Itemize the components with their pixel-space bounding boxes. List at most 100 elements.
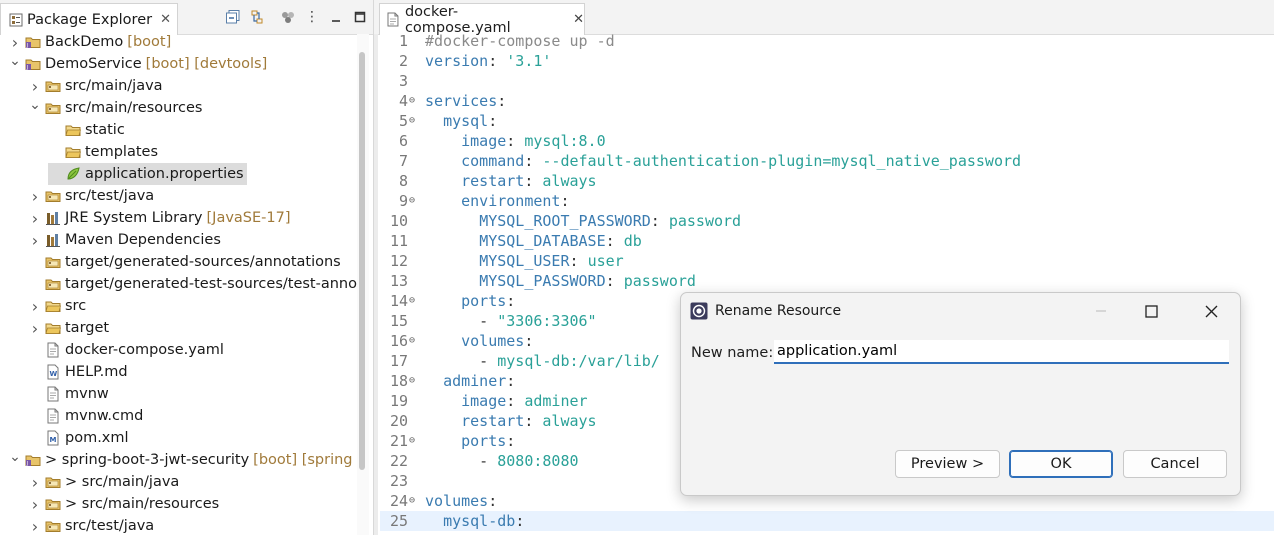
minimize-icon[interactable] xyxy=(1078,295,1124,327)
tree-item[interactable]: mvnw xyxy=(28,383,109,405)
code-text: MYSQL_DATABASE: db xyxy=(425,231,642,251)
cancel-button[interactable]: Cancel xyxy=(1123,450,1227,478)
view-menu-icon[interactable]: ⋮ xyxy=(303,8,321,26)
code-line[interactable]: 10 MYSQL_ROOT_PASSWORD: password xyxy=(380,211,1274,231)
minimize-icon[interactable] xyxy=(327,8,345,26)
code-line[interactable]: 25 mysql-db: xyxy=(380,511,1274,531)
fold-collapse-icon[interactable]: ⊖ xyxy=(409,91,420,111)
tree-item[interactable]: mvnw.cmd xyxy=(28,405,143,427)
tree-item[interactable]: target/generated-sources/annotations xyxy=(28,251,341,273)
code-line[interactable]: 1 #docker-compose up -d xyxy=(380,31,1274,51)
tree-item[interactable]: › src/test/java xyxy=(28,515,154,535)
tree-item[interactable]: › JRE System Library [JavaSE-17] xyxy=(28,207,291,229)
tree-item[interactable]: docker-compose.yaml xyxy=(28,339,224,361)
tree-item[interactable]: › src/test/java xyxy=(28,185,154,207)
svg-text:W: W xyxy=(50,370,58,378)
code-line[interactable]: 6 image: mysql:8.0 xyxy=(380,131,1274,151)
preview-button[interactable]: Preview > xyxy=(895,450,1000,478)
yaml-punct: - xyxy=(425,352,498,370)
tree-item[interactable]: Mpom.xml xyxy=(28,427,129,449)
chevron-down-icon[interactable]: ⌄ xyxy=(28,97,42,113)
tree-item[interactable]: › src xyxy=(28,295,86,317)
tree-item[interactable]: › src/main/java xyxy=(28,75,163,97)
chevron-right-icon[interactable]: › xyxy=(28,77,42,96)
tree-item[interactable]: ⌄ src/main/resources xyxy=(28,97,202,119)
yaml-punct xyxy=(425,212,479,230)
yaml-key: services xyxy=(425,92,498,110)
tree-item[interactable]: W HELP.md xyxy=(28,361,128,383)
tree-item[interactable]: › J BackDemo [boot] xyxy=(8,31,171,53)
fold-collapse-icon[interactable]: ⊖ xyxy=(409,111,420,131)
chevron-right-icon[interactable]: › xyxy=(28,319,42,338)
close-icon[interactable]: ✕ xyxy=(573,12,584,27)
tree-item[interactable]: ⌄ J > spring-boot-3-jwt-security [boot] [sp… xyxy=(8,449,352,471)
chevron-right-icon[interactable]: › xyxy=(28,495,42,514)
tree-item[interactable]: ⌄ J DemoService [boot] [devtools] xyxy=(8,53,267,75)
line-number: 19 xyxy=(389,392,408,410)
chevron-right-icon[interactable]: › xyxy=(28,209,42,228)
yaml-punct: : xyxy=(506,292,516,310)
tree-item[interactable]: › > src/main/java xyxy=(28,471,180,493)
close-icon[interactable] xyxy=(1188,295,1234,327)
line-number: 18 xyxy=(389,372,408,390)
link-with-editor-icon[interactable] xyxy=(248,8,266,26)
code-line[interactable]: 13 MYSQL_PASSWORD: password xyxy=(380,271,1274,291)
chevron-right-icon[interactable]: › xyxy=(28,231,42,250)
chevron-right-icon[interactable]: › xyxy=(8,33,22,52)
tree-item[interactable]: › Maven Dependencies xyxy=(28,229,221,251)
fold-collapse-icon[interactable]: ⊖ xyxy=(409,491,420,511)
tree-item-decoration: [JavaSE-17] xyxy=(206,210,291,226)
fold-collapse-icon[interactable]: ⊖ xyxy=(409,331,420,351)
chevron-down-icon[interactable]: ⌄ xyxy=(8,449,22,465)
code-line[interactable]: 3 xyxy=(380,71,1274,91)
filters-icon[interactable] xyxy=(279,8,297,26)
tree-item[interactable]: › > src/main/resources xyxy=(28,493,219,515)
code-text: MYSQL_PASSWORD: password xyxy=(425,271,696,291)
tree-item[interactable]: templates xyxy=(48,141,158,163)
yaml-key: command xyxy=(461,152,525,170)
code-line[interactable]: 9 ⊖ environment: xyxy=(380,191,1274,211)
fold-collapse-icon[interactable]: ⊖ xyxy=(409,291,420,311)
code-line[interactable]: 12 MYSQL_USER: user xyxy=(380,251,1274,271)
tree-item[interactable]: static xyxy=(48,119,125,141)
chevron-right-icon[interactable]: › xyxy=(28,517,42,535)
chevron-right-icon[interactable]: › xyxy=(28,297,42,316)
chevron-down-icon[interactable]: ⌄ xyxy=(8,53,22,69)
chevron-right-icon[interactable]: › xyxy=(28,473,42,492)
maximize-icon[interactable] xyxy=(351,8,369,26)
explorer-scrollbar-thumb[interactable] xyxy=(359,52,365,470)
yaml-value: password xyxy=(623,272,696,290)
yaml-value: adminer xyxy=(524,392,588,410)
code-line[interactable]: 8 restart: always xyxy=(380,171,1274,191)
tree-item[interactable]: application.properties xyxy=(48,163,247,185)
maximize-icon[interactable] xyxy=(1128,295,1174,327)
collapse-all-icon[interactable] xyxy=(224,8,242,26)
file-icon xyxy=(45,386,61,402)
new-name-input[interactable] xyxy=(774,340,1229,364)
yaml-punct xyxy=(425,412,461,430)
ok-button[interactable]: OK xyxy=(1009,450,1113,478)
code-line[interactable]: 11 MYSQL_DATABASE: db xyxy=(380,231,1274,251)
tree-item-label: > src/main/resources xyxy=(65,496,220,512)
line-number: 17 xyxy=(389,352,408,370)
tree-item[interactable]: › target xyxy=(28,317,109,339)
line-number: 12 xyxy=(389,252,408,270)
code-line[interactable]: 2 version: '3.1' xyxy=(380,51,1274,71)
line-number: 16 xyxy=(389,332,408,350)
source-folder-icon xyxy=(45,100,61,116)
code-line[interactable]: 5 ⊖ mysql: xyxy=(380,111,1274,131)
yaml-punct: : xyxy=(506,392,525,410)
code-line[interactable]: 7 command: --default-authentication-plug… xyxy=(380,151,1274,171)
chevron-right-icon[interactable]: › xyxy=(28,187,42,206)
close-icon[interactable]: ✕ xyxy=(160,12,171,27)
fold-collapse-icon[interactable]: ⊖ xyxy=(409,431,420,451)
yaml-punct: : xyxy=(488,52,507,70)
fold-collapse-icon[interactable]: ⊖ xyxy=(409,371,420,391)
tree-item[interactable]: target/generated-test-sources/test-anno xyxy=(28,273,357,295)
code-text: MYSQL_USER: user xyxy=(425,251,624,271)
code-line[interactable]: 4 ⊖ services: xyxy=(380,91,1274,111)
fold-collapse-icon[interactable]: ⊖ xyxy=(409,191,420,211)
